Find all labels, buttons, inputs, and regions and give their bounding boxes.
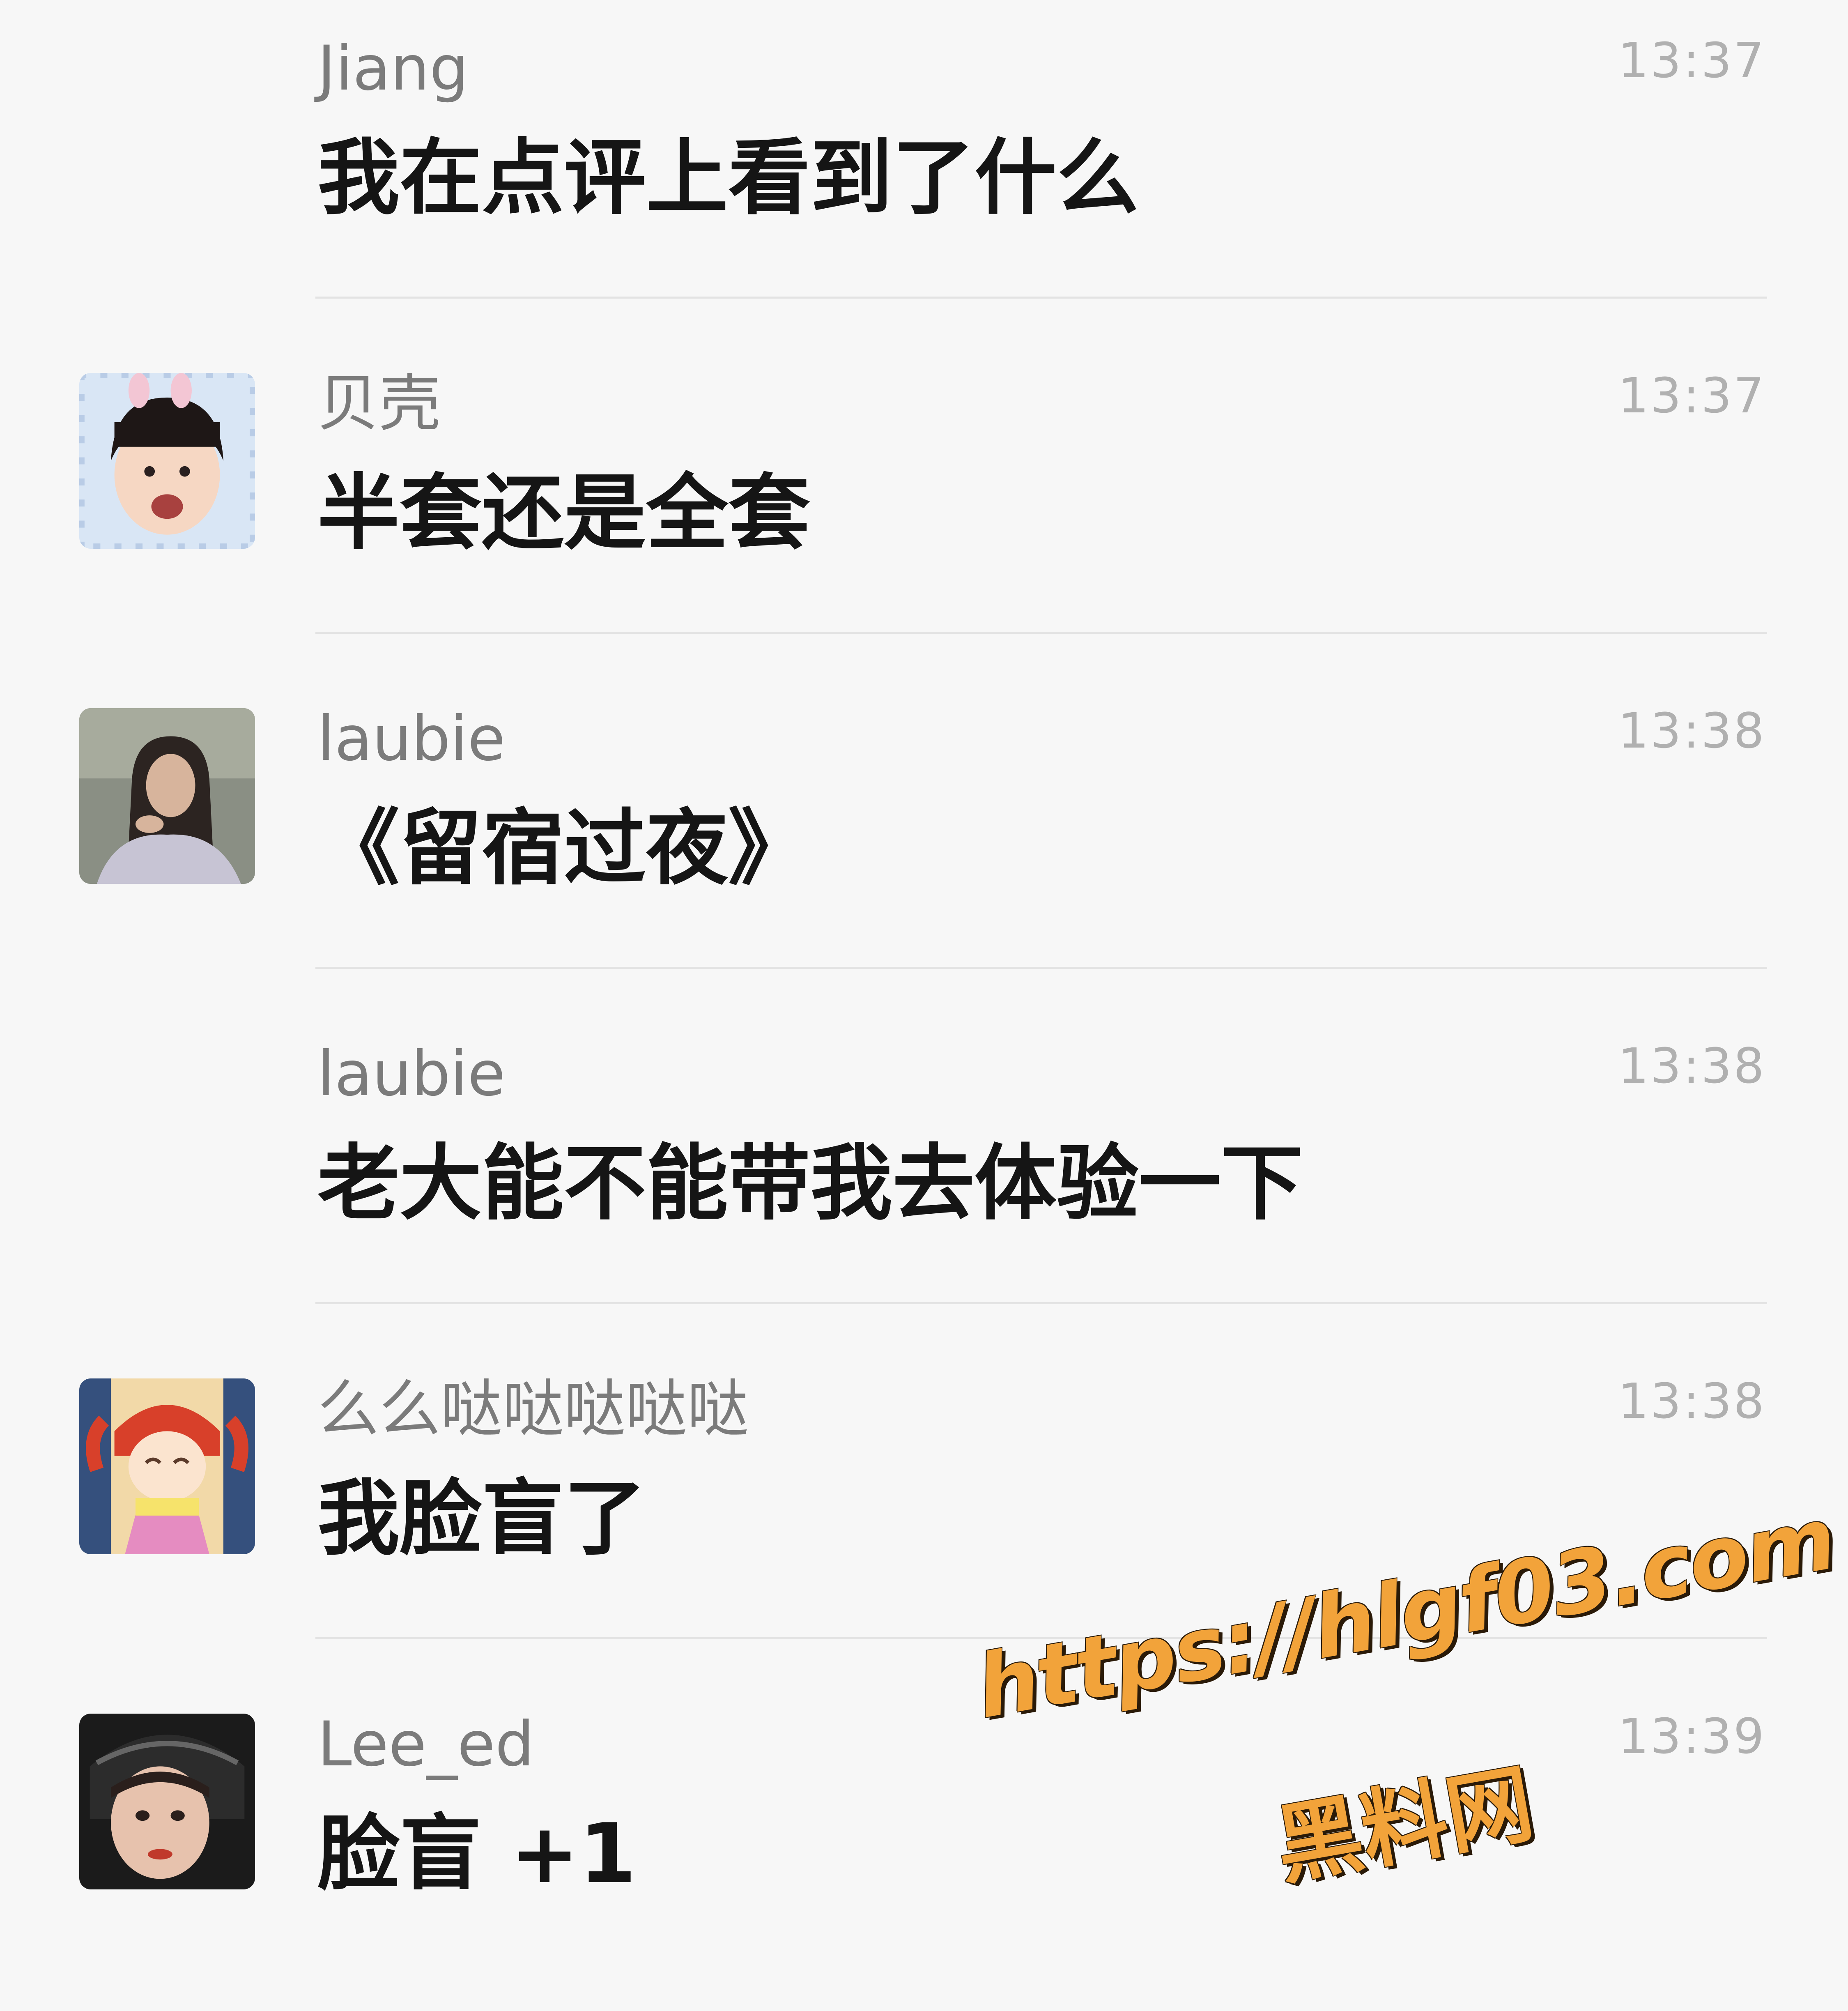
message-time: 13:38 — [1618, 1038, 1766, 1094]
woman-portrait-avatar — [79, 708, 255, 884]
message-time: 13:37 — [1618, 367, 1766, 424]
sender-name[interactable]: Lee_ed — [317, 1714, 534, 1775]
avatar[interactable] — [79, 1378, 255, 1554]
toddler-bunny-ears-avatar — [79, 373, 255, 549]
message-text[interactable]: 老大能不能带我去体验一下 — [317, 1143, 1303, 1225]
message-row[interactable]: laubie 13:38 《留宿过夜》 — [0, 670, 1848, 1006]
message-time: 13:38 — [1618, 702, 1766, 759]
avatar[interactable] — [79, 373, 255, 549]
helmet-girl-avatar — [79, 1714, 255, 1889]
sender-name[interactable]: laubie — [317, 708, 506, 770]
divider — [315, 297, 1767, 299]
divider — [315, 1302, 1767, 1304]
cartoon-girl-avatar — [79, 1378, 255, 1554]
avatar[interactable] — [79, 708, 255, 884]
message-text[interactable]: 我脸盲了 — [317, 1478, 646, 1560]
sender-name[interactable]: 么么哒哒哒哒哒 — [317, 1378, 749, 1440]
message-row[interactable]: laubie 13:38 老大能不能带我去体验一下 — [0, 1006, 1848, 1341]
divider — [315, 967, 1767, 969]
message-time: 13:38 — [1618, 1373, 1766, 1429]
avatar[interactable] — [79, 1714, 255, 1889]
message-row[interactable]: Jiang 13:37 我在点评上看到了什么 — [0, 0, 1848, 335]
message-text[interactable]: 我在点评上看到了什么 — [317, 137, 1139, 219]
sender-name[interactable]: laubie — [317, 1043, 506, 1105]
sender-name[interactable]: 贝壳 — [317, 373, 441, 435]
message-text[interactable]: 《留宿过夜》 — [317, 808, 810, 890]
watermark: https://hlgf03.com 黑料网 — [969, 1488, 1841, 1906]
divider — [315, 632, 1767, 634]
message-time: 13:37 — [1618, 32, 1766, 89]
message-text[interactable]: 脸盲 +1 — [317, 1813, 636, 1895]
message-text[interactable]: 半套还是全套 — [317, 472, 810, 555]
watermark-site-name: 黑料网 — [1268, 1753, 1541, 1897]
message-row[interactable]: 贝壳 13:37 半套还是全套 — [0, 335, 1848, 670]
sender-name[interactable]: Jiang — [317, 38, 469, 99]
